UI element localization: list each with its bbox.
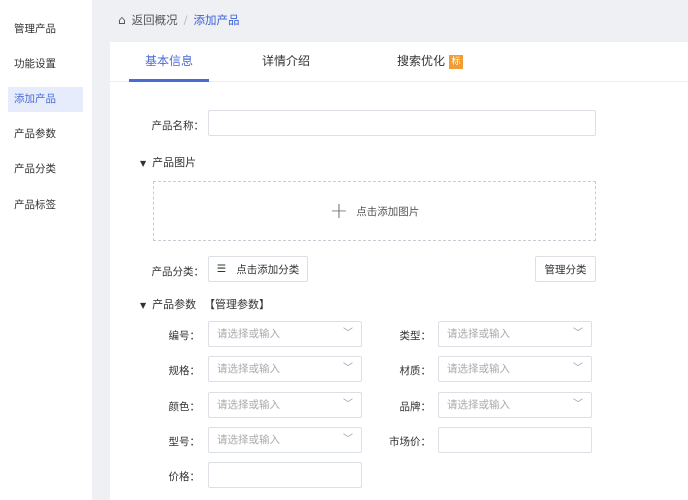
chevron-down-icon: ﹀ — [573, 399, 583, 410]
sidebar-item-settings[interactable]: 功能设置 — [8, 52, 83, 77]
tab-details[interactable]: 详情介绍 — [246, 42, 326, 82]
sidebar-item-tags[interactable]: 产品标签 — [8, 193, 83, 218]
price-input[interactable] — [208, 462, 362, 488]
breadcrumb-separator: / — [183, 13, 188, 27]
chevron-down-icon: ﹀ — [343, 399, 353, 410]
code-placeholder: 请选择或输入 — [217, 328, 280, 340]
market-price-label: 市场价： — [389, 436, 431, 448]
sidebar-item-add-product[interactable]: 添加产品 — [8, 87, 83, 112]
tab-badge: 标 — [449, 55, 463, 69]
manage-category-button[interactable]: 管理分类 — [535, 256, 596, 282]
params-section-label: 产品参数 — [152, 298, 197, 311]
upload-label: 点击添加图片 — [356, 205, 420, 218]
color-placeholder: 请选择或输入 — [217, 399, 280, 411]
brand-label: 品牌： — [399, 401, 432, 413]
images-section-label: 产品图片 — [152, 156, 197, 169]
code-select[interactable]: 请选择或输入 ﹀ — [208, 321, 362, 347]
color-select[interactable]: 请选择或输入 ﹀ — [208, 392, 362, 418]
color-label: 颜色： — [168, 401, 201, 413]
name-label: 产品名称： — [151, 120, 205, 132]
spec-placeholder: 请选择或输入 — [217, 363, 280, 375]
breadcrumb: ⌂ 返回概况 / 添加产品 — [118, 12, 240, 28]
images-section[interactable]: ▼ 产品图片 — [140, 154, 196, 170]
chevron-down-icon: ﹀ — [343, 363, 353, 374]
breadcrumb-back[interactable]: 返回概况 — [132, 12, 178, 28]
chevron-down-icon: ﹀ — [573, 328, 583, 339]
code-label: 编号： — [168, 330, 201, 342]
market-price-input[interactable] — [438, 427, 592, 453]
manage-params-link[interactable]: 【管理参数】 — [204, 296, 270, 312]
add-category-label: 点击添加分类 — [236, 263, 300, 276]
tab-bar: 基本信息 详情介绍 搜索优化标 — [110, 42, 688, 82]
material-placeholder: 请选择或输入 — [447, 363, 510, 375]
model-placeholder: 请选择或输入 — [217, 434, 280, 446]
breadcrumb-current: 添加产品 — [193, 13, 240, 27]
type-label: 类型： — [399, 330, 432, 342]
model-label: 型号： — [168, 436, 201, 448]
type-placeholder: 请选择或输入 — [447, 328, 510, 340]
spec-select[interactable]: 请选择或输入 ﹀ — [208, 356, 362, 382]
tab-seo-label: 搜索优化 — [396, 54, 445, 68]
product-name-input[interactable] — [208, 110, 596, 136]
chevron-down-icon: ﹀ — [343, 434, 353, 445]
brand-select[interactable]: 请选择或输入 ﹀ — [438, 392, 592, 418]
sidebar-item-categories[interactable]: 产品分类 — [8, 157, 83, 182]
sidebar-item-manage-products[interactable]: 管理产品 — [8, 17, 83, 42]
model-select[interactable]: 请选择或输入 ﹀ — [208, 427, 362, 453]
tab-seo[interactable]: 搜索优化标 — [390, 42, 470, 82]
tab-basic-info[interactable]: 基本信息 — [129, 42, 209, 82]
chevron-down-icon: ﹀ — [573, 363, 583, 374]
price-label: 价格： — [168, 471, 201, 483]
sidebar-item-params[interactable]: 产品参数 — [8, 122, 83, 147]
spec-label: 规格： — [168, 365, 201, 377]
list-icon: ☰ — [216, 263, 227, 275]
main-card: 基本信息 详情介绍 搜索优化标 产品名称： ▼ 产品图片 + 点击添加图片 产品分… — [110, 42, 688, 500]
chevron-down-icon: ﹀ — [343, 328, 353, 339]
add-category-button[interactable]: ☰ 点击添加分类 — [208, 256, 308, 282]
material-select[interactable]: 请选择或输入 ﹀ — [438, 356, 592, 382]
sidebar: 管理产品 功能设置 添加产品 产品参数 产品分类 产品标签 — [0, 0, 92, 500]
home-icon[interactable]: ⌂ — [118, 13, 126, 27]
type-select[interactable]: 请选择或输入 ﹀ — [438, 321, 592, 347]
params-section[interactable]: ▼ 产品参数 — [140, 296, 196, 312]
category-label: 产品分类： — [151, 266, 205, 278]
plus-icon: + — [329, 198, 349, 224]
image-upload-area[interactable]: + 点击添加图片 — [153, 181, 596, 241]
material-label: 材质： — [399, 365, 432, 377]
brand-placeholder: 请选择或输入 — [447, 399, 510, 411]
